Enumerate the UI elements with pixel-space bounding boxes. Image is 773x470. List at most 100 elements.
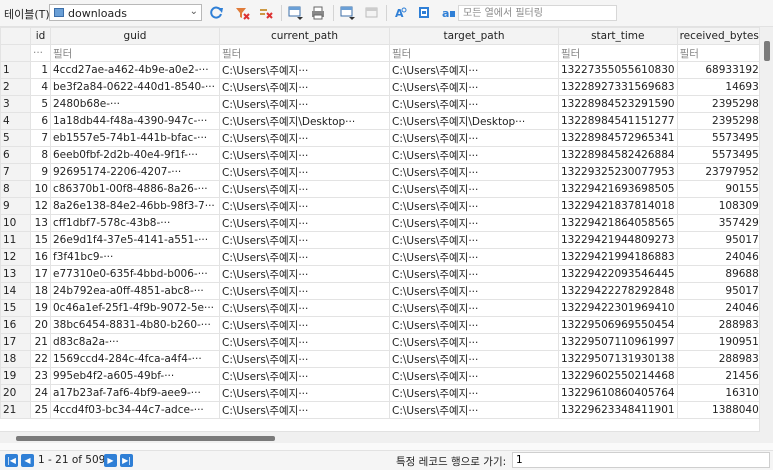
cell-id[interactable]: 22 — [30, 350, 51, 368]
cell-current-path[interactable]: C:\Users\주예지··· — [219, 146, 390, 164]
cell-received-bytes[interactable]: 5573495 — [676, 129, 762, 147]
cell-target-path[interactable]: C:\Users\주예지··· — [389, 129, 559, 147]
column-header-id[interactable]: id — [30, 27, 51, 45]
cell-target-path[interactable]: C:\Users\주예지··· — [389, 367, 559, 385]
cell-start-time[interactable]: 13229421944809273 — [558, 231, 678, 249]
print-icon[interactable] — [310, 5, 326, 21]
table-row[interactable]: 20 24 a17b23af-7af6-4bf9-aee9-··· C:\Users\… — [0, 384, 762, 402]
row-number[interactable]: 6 — [0, 146, 31, 164]
cell-received-bytes[interactable]: 24046 — [676, 299, 762, 317]
row-number[interactable]: 3 — [0, 95, 31, 113]
cell-current-path[interactable]: C:\Users\주예지··· — [219, 299, 390, 317]
cell-id[interactable]: 5 — [30, 95, 51, 113]
filter-input-guid[interactable]: 필터 — [50, 44, 220, 62]
filter-all-columns-input[interactable] — [458, 5, 617, 21]
cell-target-path[interactable]: C:\Users\주예지··· — [389, 231, 559, 249]
cell-id[interactable]: 10 — [30, 180, 51, 198]
cell-guid[interactable]: 0c46a1ef-25f1-4f9b-9072-5e··· — [50, 299, 220, 317]
cell-guid[interactable]: 6eeb0fbf-2d2b-40e4-9f1f-··· — [50, 146, 220, 164]
cell-received-bytes[interactable]: 95017 — [676, 282, 762, 300]
cell-guid[interactable]: 995eb4f2-a605-49bf-··· — [50, 367, 220, 385]
cell-received-bytes[interactable]: 357429 — [676, 214, 762, 232]
cell-start-time[interactable]: 13229422093546445 — [558, 265, 678, 283]
cell-guid[interactable]: 8a26e138-84e2-46bb-98f3-7··· — [50, 197, 220, 215]
cell-guid[interactable]: e77310e0-635f-4bbd-b006-··· — [50, 265, 220, 283]
cell-target-path[interactable]: C:\Users\주예지\Desktop··· — [389, 112, 559, 130]
find-replace-icon[interactable] — [417, 5, 433, 21]
cell-guid[interactable]: 38bc6454-8831-4b80-b260-··· — [50, 316, 220, 334]
cell-id[interactable]: 9 — [30, 163, 51, 181]
cell-target-path[interactable]: C:\Users\주예지··· — [389, 333, 559, 351]
cell-start-time[interactable]: 13229421864058565 — [558, 214, 678, 232]
cell-current-path[interactable]: C:\Users\주예지··· — [219, 214, 390, 232]
cell-received-bytes[interactable]: 90155 — [676, 180, 762, 198]
cell-id[interactable]: 12 — [30, 197, 51, 215]
cell-guid[interactable]: cff1dbf7-578c-43b8-··· — [50, 214, 220, 232]
table-row[interactable]: 4 6 1a18db44-f48a-4390-947c-··· C:\Users\주예… — [0, 112, 762, 130]
column-header-current-path[interactable]: current_path — [219, 27, 390, 45]
cell-guid[interactable]: d83c8a2a-··· — [50, 333, 220, 351]
row-number[interactable]: 16 — [0, 316, 31, 334]
cell-start-time[interactable]: 13228984523291590 — [558, 95, 678, 113]
row-number[interactable]: 4 — [0, 112, 31, 130]
cell-guid[interactable]: 2480b68e-··· — [50, 95, 220, 113]
clear-sort-icon[interactable] — [258, 5, 274, 21]
cell-received-bytes[interactable]: 288983 — [676, 350, 762, 368]
cell-received-bytes[interactable]: 14693 — [676, 78, 762, 96]
table-row[interactable]: 12 16 f3f41bc9-··· C:\Users\주예지··· C:\Users\… — [0, 248, 762, 266]
cell-start-time[interactable]: 13229325230077953 — [558, 163, 678, 181]
cell-guid[interactable]: eb1557e5-74b1-441b-bfac-··· — [50, 129, 220, 147]
cell-id[interactable]: 21 — [30, 333, 51, 351]
cell-start-time[interactable]: 13228984582426884 — [558, 146, 678, 164]
goto-record-input[interactable] — [512, 452, 770, 468]
row-number[interactable]: 11 — [0, 231, 31, 249]
row-number[interactable]: 18 — [0, 350, 31, 368]
table-row[interactable]: 3 5 2480b68e-··· C:\Users\주예지··· C:\Users\주예… — [0, 95, 762, 113]
cell-current-path[interactable]: C:\Users\주예지··· — [219, 265, 390, 283]
cell-target-path[interactable]: C:\Users\주예지··· — [389, 384, 559, 402]
cell-received-bytes[interactable]: 190951 — [676, 333, 762, 351]
cell-received-bytes[interactable]: 108309 — [676, 197, 762, 215]
row-number[interactable]: 5 — [0, 129, 31, 147]
cell-current-path[interactable]: C:\Users\주예지··· — [219, 350, 390, 368]
table-row[interactable]: 2 4 be3f2a84-0622-440d1-8540-··· C:\Users\주… — [0, 78, 762, 96]
insert-record-icon[interactable] — [288, 5, 304, 21]
cell-guid[interactable]: a17b23af-7af6-4bf9-aee9-··· — [50, 384, 220, 402]
cell-guid[interactable]: f3f41bc9-··· — [50, 248, 220, 266]
cell-target-path[interactable]: C:\Users\주예지··· — [389, 78, 559, 96]
cell-current-path[interactable]: C:\Users\주예지··· — [219, 231, 390, 249]
cell-target-path[interactable]: C:\Users\주예지··· — [389, 95, 559, 113]
cell-start-time[interactable]: 13228927331569683 — [558, 78, 678, 96]
horizontal-scroll-thumb[interactable] — [16, 436, 275, 441]
vertical-scroll-thumb[interactable] — [764, 41, 770, 61]
cell-id[interactable]: 16 — [30, 248, 51, 266]
cell-id[interactable]: 8 — [30, 146, 51, 164]
cell-received-bytes[interactable]: 21456 — [676, 367, 762, 385]
cell-start-time[interactable]: 13229507131930138 — [558, 350, 678, 368]
cell-current-path[interactable]: C:\Users\주예지··· — [219, 367, 390, 385]
cell-guid[interactable]: 4ccd27ae-a462-4b9e-a0e2-··· — [50, 61, 220, 79]
cell-id[interactable]: 15 — [30, 231, 51, 249]
clear-filters-icon[interactable] — [234, 5, 250, 21]
cell-target-path[interactable]: C:\Users\주예지··· — [389, 146, 559, 164]
table-row[interactable]: 13 17 e77310e0-635f-4bbd-b006-··· C:\Users\… — [0, 265, 762, 283]
table-row[interactable]: 1 1 4ccd27ae-a462-4b9e-a0e2-··· C:\Users\주예… — [0, 61, 762, 79]
cell-start-time[interactable]: 13227355055610830 — [558, 61, 678, 79]
cell-id[interactable]: 1 — [30, 61, 51, 79]
conditional-format-icon[interactable]: a — [441, 5, 457, 21]
table-select[interactable]: downloads ⌄ — [49, 4, 202, 21]
row-number[interactable]: 9 — [0, 197, 31, 215]
cell-start-time[interactable]: 13229421994186883 — [558, 248, 678, 266]
cell-start-time[interactable]: 13229507110961997 — [558, 333, 678, 351]
cell-guid[interactable]: 1a18db44-f48a-4390-947c-··· — [50, 112, 220, 130]
last-page-icon[interactable]: ▶| — [120, 454, 133, 467]
cell-current-path[interactable]: C:\Users\주예지··· — [219, 197, 390, 215]
cell-start-time[interactable]: 13229421693698505 — [558, 180, 678, 198]
cell-target-path[interactable]: C:\Users\주예지··· — [389, 316, 559, 334]
table-row[interactable]: 21 25 4ccd4f03-bc34-44c7-adce-··· C:\Users\… — [0, 401, 762, 419]
filter-input-id[interactable]: ··· — [30, 44, 51, 62]
cell-current-path[interactable]: C:\Users\주예지··· — [219, 180, 390, 198]
refresh-icon[interactable] — [208, 5, 224, 21]
cell-id[interactable]: 19 — [30, 299, 51, 317]
cell-start-time[interactable]: 13229506969550454 — [558, 316, 678, 334]
